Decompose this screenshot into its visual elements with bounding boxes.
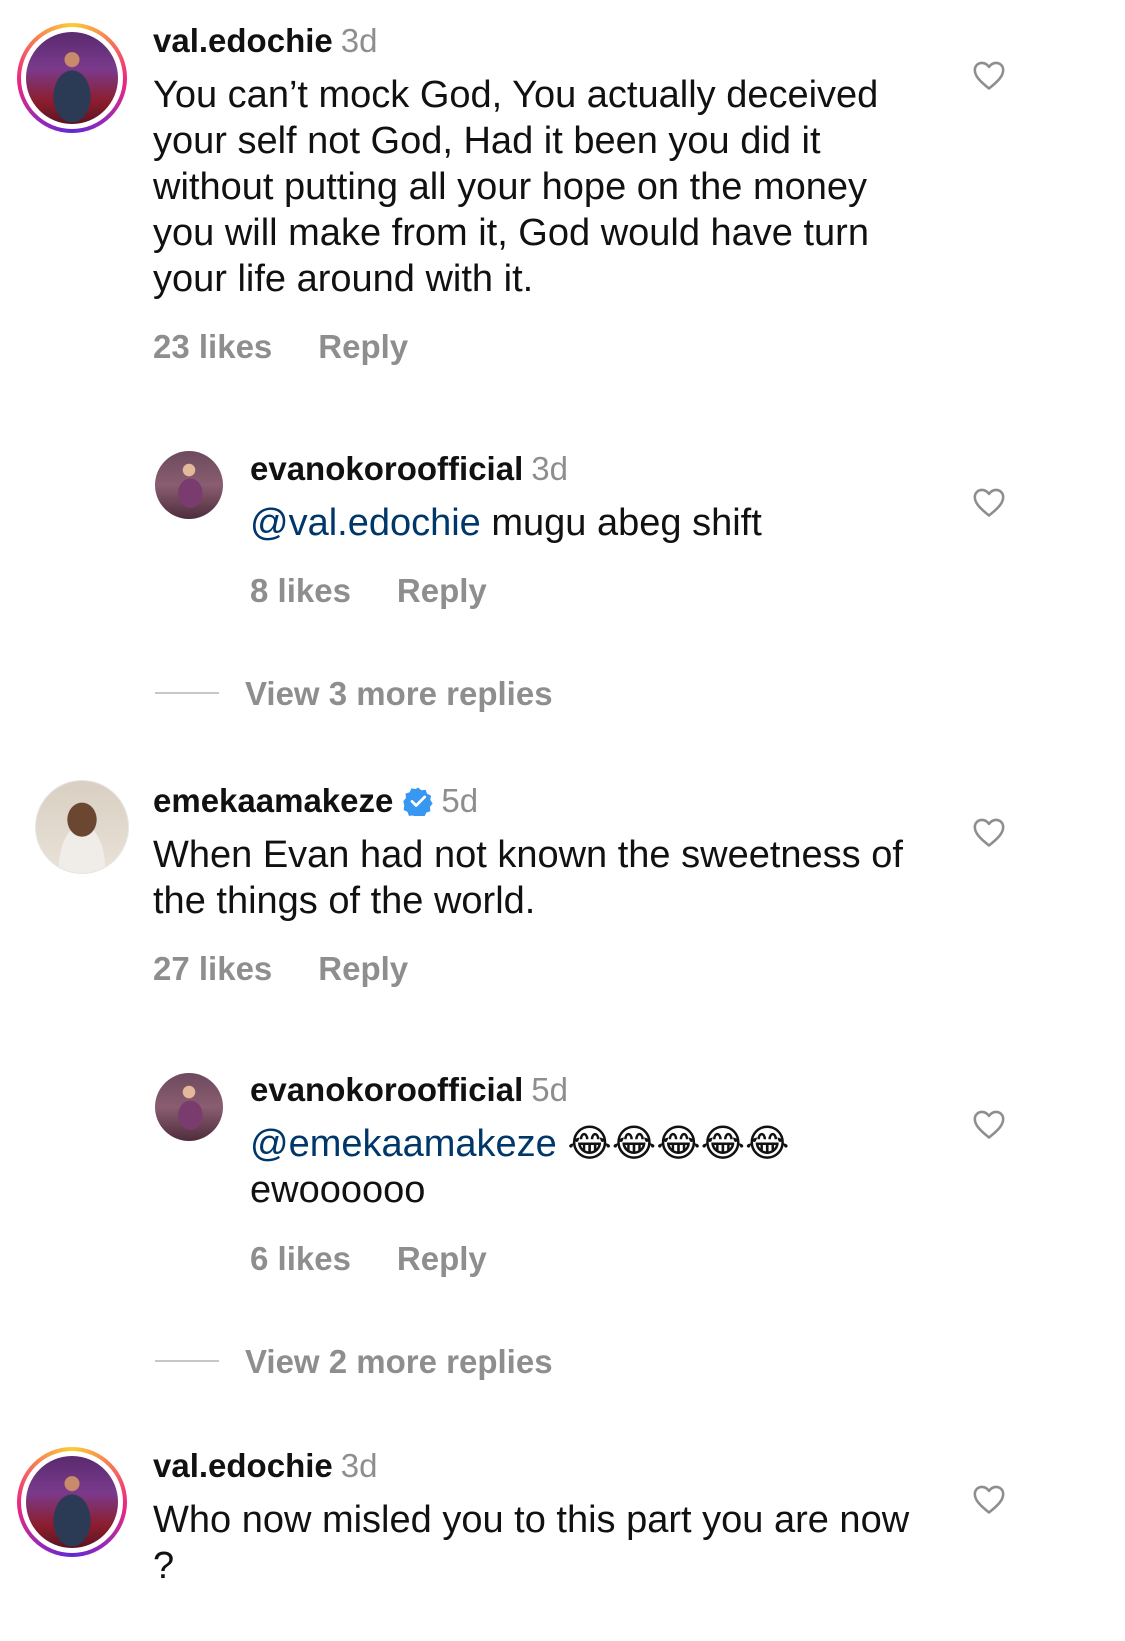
heart-outline-icon[interactable] xyxy=(972,1108,1006,1140)
mention-link[interactable]: @emekaamakeze xyxy=(250,1123,557,1165)
view-more-replies-button[interactable]: View 2 more replies xyxy=(245,1343,553,1381)
heart-outline-icon[interactable] xyxy=(972,1483,1006,1515)
heart-outline-icon[interactable] xyxy=(972,59,1006,91)
comment-text: When Evan had not known the sweetness of… xyxy=(153,834,903,922)
reply-button[interactable]: Reply xyxy=(318,950,408,987)
divider-line xyxy=(155,1360,219,1362)
comment-text: @val.edochie mugu abeg shift xyxy=(250,502,762,544)
comment-meta: 27 likes Reply xyxy=(153,950,454,988)
divider-line xyxy=(155,692,219,694)
likes-count[interactable]: 27 likes xyxy=(153,950,272,987)
heart-outline-icon[interactable] xyxy=(972,486,1006,518)
story-ring[interactable] xyxy=(17,23,127,133)
comment-text: Who now misled you to this part you are … xyxy=(153,1499,910,1587)
comment-text: @emekaamakeze 😂😂😂😂😂 ewoooooo xyxy=(250,1123,790,1211)
username[interactable]: val.edochie 3d xyxy=(153,22,377,60)
avatar[interactable] xyxy=(26,32,118,124)
comment-meta: 6 likes Reply xyxy=(250,1240,533,1278)
timestamp: 3d xyxy=(340,22,378,59)
timestamp: 5d xyxy=(441,782,479,819)
heart-outline-icon[interactable] xyxy=(972,816,1006,848)
comment-text: You can’t mock God, You actually deceive… xyxy=(153,74,879,300)
avatar[interactable] xyxy=(35,780,129,874)
likes-count[interactable]: 23 likes xyxy=(153,328,272,365)
timestamp: 3d xyxy=(340,1447,378,1484)
avatar[interactable] xyxy=(26,1456,118,1548)
username[interactable]: evanokoroofficial 5d xyxy=(250,1071,568,1109)
reply-button[interactable]: Reply xyxy=(397,572,487,609)
verified-badge-icon xyxy=(403,787,433,816)
username[interactable]: emekaamakeze 5d xyxy=(153,782,478,820)
username[interactable]: val.edochie 3d xyxy=(153,1447,377,1485)
timestamp: 3d xyxy=(531,450,568,487)
avatar[interactable] xyxy=(155,451,223,519)
view-more-replies-button[interactable]: View 3 more replies xyxy=(245,675,553,713)
reply-button[interactable]: Reply xyxy=(397,1240,487,1277)
story-ring[interactable] xyxy=(17,1447,127,1557)
likes-count[interactable]: 6 likes xyxy=(250,1240,351,1277)
timestamp: 5d xyxy=(531,1071,568,1108)
avatar[interactable] xyxy=(155,1073,223,1141)
username[interactable]: evanokoroofficial 3d xyxy=(250,450,568,488)
comment-meta: 23 likes Reply xyxy=(153,328,454,366)
reply-button[interactable]: Reply xyxy=(318,328,408,365)
mention-link[interactable]: @val.edochie xyxy=(250,502,481,544)
likes-count[interactable]: 8 likes xyxy=(250,572,351,609)
comment-meta: 8 likes Reply xyxy=(250,572,533,610)
